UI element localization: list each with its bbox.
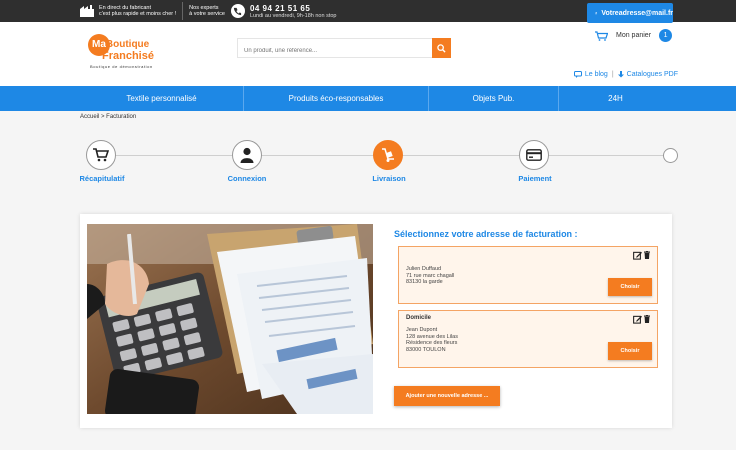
logo-boutique: Boutique bbox=[105, 39, 150, 50]
nav-item-eco[interactable]: Produits éco-responsables bbox=[244, 86, 429, 111]
step-recapitulatif[interactable] bbox=[86, 140, 116, 170]
links-separator: | bbox=[611, 71, 614, 78]
card-icon bbox=[526, 149, 542, 161]
nav-item-objets[interactable]: Objets Pub. bbox=[429, 86, 559, 111]
experts-line2: à votre service bbox=[189, 11, 225, 17]
catalogues-link[interactable]: Catalogues PDF bbox=[617, 71, 678, 78]
step-label-connexion: Connexion bbox=[227, 174, 267, 183]
edit-icon[interactable] bbox=[633, 251, 642, 260]
edit-icon[interactable] bbox=[633, 315, 642, 324]
billing-photo bbox=[87, 224, 373, 414]
opening-hours: Lundi au vendredi, 9h-18h non stop bbox=[249, 12, 337, 19]
search-icon bbox=[437, 43, 446, 53]
search-input[interactable] bbox=[238, 42, 433, 60]
main-nav: Textile personnalisé Produits éco-respon… bbox=[0, 86, 736, 111]
factory-icon bbox=[80, 5, 94, 17]
logo-franchise: Franchisé bbox=[102, 50, 154, 62]
factory-line2: c'est plus rapide et moins cher ! bbox=[99, 11, 177, 17]
step-paiement[interactable] bbox=[519, 140, 549, 170]
address-line: Résidence des fleurs bbox=[406, 340, 458, 346]
nav-item-textile[interactable]: Textile personnalisé bbox=[80, 86, 244, 111]
trash-icon[interactable] bbox=[644, 251, 650, 259]
trash-icon[interactable] bbox=[644, 315, 650, 323]
choose-address-button[interactable]: Choisir bbox=[608, 278, 652, 296]
choose-address-button[interactable]: Choisir bbox=[608, 342, 652, 360]
step-livraison[interactable] bbox=[373, 140, 403, 170]
topbar-divider bbox=[182, 2, 184, 20]
billing-card: Sélectionnez votre adresse de facturatio… bbox=[80, 214, 672, 428]
step-label-paiement: Paiement bbox=[518, 174, 552, 183]
billing-title: Sélectionnez votre adresse de facturatio… bbox=[394, 229, 578, 239]
delivery-icon bbox=[382, 148, 394, 162]
calculator-paperwork-illustration bbox=[87, 224, 373, 414]
step-label-recapitulatif: Récapitulatif bbox=[79, 174, 125, 183]
address-card: Julien Duffaud 71 rue marc chagall 83130… bbox=[398, 246, 658, 304]
account-button[interactable]: Votreadresse@mail.fr bbox=[587, 3, 673, 23]
step-connexion[interactable] bbox=[232, 140, 262, 170]
phone-info[interactable]: 04 94 21 51 65 Lundi au vendredi, 9h-18h… bbox=[230, 4, 337, 19]
address-line: 83130 la garde bbox=[406, 279, 443, 285]
address-lines: Jean Dupont 128 avenue des Lilas Résiden… bbox=[406, 327, 458, 353]
search-button[interactable] bbox=[432, 38, 451, 58]
nav-item-label: Produits éco-responsables bbox=[288, 94, 384, 103]
address-line: 83000 TOULON bbox=[406, 346, 446, 353]
phone-number[interactable]: 04 94 21 51 65 bbox=[250, 4, 337, 13]
blog-link[interactable]: Le blog bbox=[573, 71, 608, 78]
basket-icon bbox=[595, 30, 608, 41]
cart-count-badge: 1 bbox=[659, 29, 673, 42]
step-label-livraison: Livraison bbox=[372, 174, 406, 183]
cart-button[interactable]: Mon panier 1 bbox=[587, 23, 673, 48]
logo-ma: Ma bbox=[92, 39, 106, 50]
cart-icon bbox=[93, 148, 109, 162]
experts-info: Nos experts à votre service bbox=[189, 5, 225, 18]
site-logo[interactable]: MaBoutique Franchisé Boutique de démonst… bbox=[88, 34, 168, 69]
cart-label: Mon panier bbox=[616, 32, 652, 39]
nav-item-24h[interactable]: 24H bbox=[559, 86, 672, 111]
search-bar bbox=[237, 38, 451, 60]
add-address-button[interactable]: Ajouter une nouvelle adresse ... bbox=[394, 386, 500, 406]
nav-item-label: Textile personnalisé bbox=[126, 94, 197, 103]
address-card: Domicile Jean Dupont 128 avenue des Lila… bbox=[398, 310, 658, 368]
breadcrumb: Accueil > Facturation bbox=[80, 114, 137, 120]
download-icon bbox=[617, 71, 624, 78]
nav-item-label: 24H bbox=[608, 94, 623, 103]
header-links: Le blog | Catalogues PDF bbox=[573, 71, 678, 78]
catalogues-link-label: Catalogues PDF bbox=[626, 71, 678, 78]
factory-info: En direct du fabricant c'est plus rapide… bbox=[80, 5, 176, 18]
account-email: Votreadresse@mail.fr bbox=[601, 9, 673, 17]
user-icon bbox=[595, 11, 598, 15]
address-name: Domicile bbox=[406, 315, 432, 321]
step-final bbox=[663, 148, 678, 163]
nav-item-label: Objets Pub. bbox=[472, 94, 515, 103]
logo-tagline: Boutique de démonstration bbox=[90, 64, 153, 69]
user-icon bbox=[240, 147, 254, 163]
blog-link-label: Le blog bbox=[584, 71, 608, 78]
phone-icon bbox=[230, 4, 245, 18]
address-lines: Julien Duffaud 71 rue marc chagall 83130… bbox=[406, 266, 454, 286]
chat-icon bbox=[573, 71, 582, 78]
